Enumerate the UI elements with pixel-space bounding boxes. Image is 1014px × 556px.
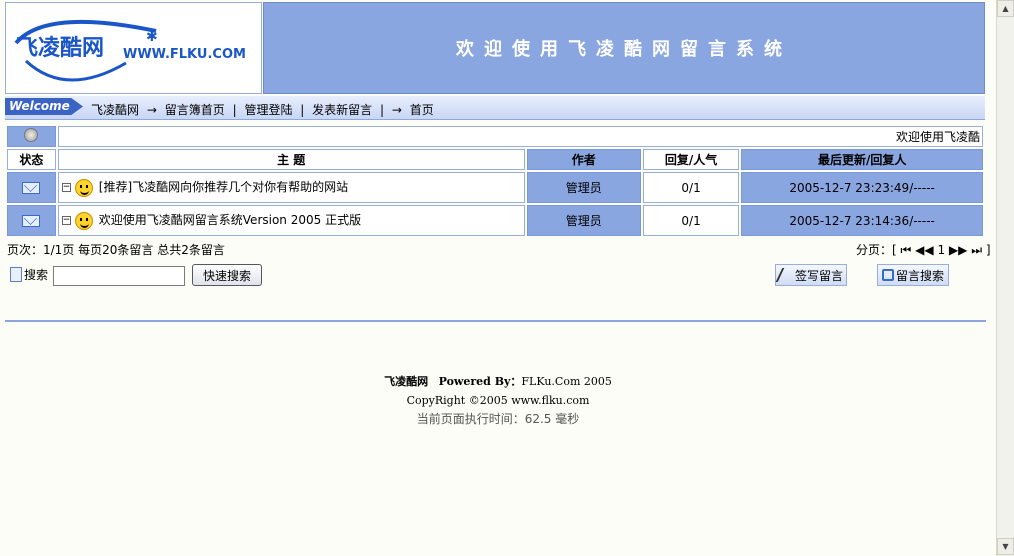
expand-icon[interactable]: −	[61, 183, 71, 193]
topic-cell: − 欢迎使用飞凌酷网留言系统Version 2005 正式版	[57, 205, 525, 236]
prev-page-icon[interactable]: ◀◀	[915, 243, 933, 257]
header-author: 作者	[526, 149, 641, 170]
nav-new-message-link[interactable]: 发表新留言	[312, 103, 372, 117]
scroll-down-icon[interactable]: ▼	[997, 538, 1014, 555]
document-icon	[10, 267, 22, 282]
header-topic: 主 题	[57, 149, 525, 170]
nav-separator: |	[300, 103, 305, 117]
smiley-icon	[74, 178, 93, 197]
page-info: 页次：1/1页 每页20条留言 总共2条留言	[7, 243, 225, 257]
search-input[interactable]	[53, 266, 185, 286]
pager-label: 分页：[	[856, 243, 897, 257]
nav-arrow: →	[391, 103, 402, 117]
speaker-cell	[7, 126, 56, 147]
vertical-scrollbar[interactable]: ▲ ▼	[996, 0, 1014, 556]
nav-home-link[interactable]: 飞凌酷网	[91, 103, 139, 117]
nav-board-home-link[interactable]: 留言簿首页	[165, 103, 225, 117]
next-page-icon[interactable]: ▶▶	[949, 243, 967, 257]
header-status: 状态	[7, 149, 56, 170]
logo-graphic: 飞凌酷网 WWW.FLKU.COM ✱	[14, 19, 246, 82]
table-row: − [推荐]飞凌酷网向你推荐几个对你有帮助的网站 管理员 0/1 2005-12-…	[7, 172, 983, 203]
nav-separator: |	[232, 103, 237, 117]
pager: 分页：[ ⏮ ◀◀ 1 ▶▶ ⏭ ]	[856, 241, 991, 258]
status-cell	[7, 172, 56, 203]
pen-icon	[775, 268, 795, 282]
sign-message-button[interactable]: 签写留言	[775, 264, 847, 286]
page: 飞凌酷网 WWW.FLKU.COM ✱ 欢迎使用飞凌酷网留言系统 Welcome…	[0, 0, 996, 556]
search-label: 搜索	[10, 266, 48, 283]
topic-cell: − [推荐]飞凌酷网向你推荐几个对你有帮助的网站	[57, 172, 525, 203]
footer-powered-value[interactable]: FLKu.Com 2005	[521, 375, 611, 388]
message-search-button[interactable]: 留言搜索	[877, 264, 949, 286]
first-page-icon[interactable]: ⏮	[901, 243, 912, 257]
replies-cell: 0/1	[642, 205, 740, 236]
speaker-icon	[24, 128, 39, 142]
logo-site-name: 飞凌酷网	[16, 36, 104, 61]
envelope-icon	[22, 182, 41, 194]
sign-message-label: 签写留言	[794, 268, 843, 283]
footer-exec-time: 当前页面执行时间：62.5 毫秒	[416, 412, 580, 426]
author-cell: 管理员	[526, 172, 641, 203]
footer-line-1: 飞凌酷网 Powered By：FLKu.Com 2005	[0, 372, 996, 391]
message-search-label: 留言搜索	[895, 268, 944, 283]
status-cell	[7, 205, 56, 236]
welcome-tag: Welcome	[5, 98, 83, 115]
footer-powered-label: Powered By：	[438, 375, 522, 388]
nav-separator: |	[380, 103, 385, 117]
footer-site-name: 飞凌酷网	[384, 375, 429, 388]
quick-search-button[interactable]: 快速搜索	[192, 264, 262, 286]
envelope-icon	[22, 215, 41, 227]
author-cell: 管理员	[526, 205, 641, 236]
nav-current-page: 首页	[409, 103, 434, 117]
search-label-text: 搜索	[24, 268, 49, 282]
message-board: 欢迎使用飞凌酷 状态 主 题 作者 回复/人气 最后更新/回复人 − [推荐]飞凌…	[5, 124, 985, 238]
pager-end: ]	[985, 243, 991, 257]
nav-arrow: →	[146, 103, 157, 117]
current-page: 1	[937, 243, 946, 257]
site-logo[interactable]: 飞凌酷网 WWW.FLKU.COM ✱	[5, 2, 262, 94]
breadcrumb: 飞凌酷网 → 留言簿首页 | 管理登陆 | 发表新留言 | → 首页	[91, 101, 438, 118]
replies-cell: 0/1	[642, 172, 740, 203]
topic-link[interactable]: [推荐]飞凌酷网向你推荐几个对你有帮助的网站	[99, 180, 348, 194]
divider	[5, 320, 986, 322]
updated-cell: 2005-12-7 23:23:49/-----	[741, 172, 983, 203]
logo-domain: WWW.FLKU.COM	[123, 47, 246, 62]
magnifier-icon	[881, 269, 894, 281]
smiley-icon	[74, 211, 93, 230]
table-row: − 欢迎使用飞凌酷网留言系统Version 2005 正式版 管理员 0/1 20…	[7, 205, 983, 236]
header-banner: 欢迎使用飞凌酷网留言系统	[263, 2, 985, 94]
expand-icon[interactable]: −	[61, 216, 71, 226]
header-replies: 回复/人气	[642, 149, 740, 170]
welcome-marquee: 欢迎使用飞凌酷	[57, 126, 983, 147]
banner-title: 欢迎使用飞凌酷网留言系统	[456, 39, 792, 60]
topic-link[interactable]: 欢迎使用飞凌酷网留言系统Version 2005 正式版	[99, 213, 361, 227]
updated-cell: 2005-12-7 23:14:36/-----	[741, 205, 983, 236]
header-updated: 最后更新/回复人	[741, 149, 983, 170]
sparkle-icon: ✱	[146, 29, 158, 45]
nav-admin-login-link[interactable]: 管理登陆	[244, 103, 292, 117]
nav-bar: Welcome 飞凌酷网 → 留言簿首页 | 管理登陆 | 发表新留言 | → …	[5, 96, 985, 120]
footer-copyright: CopyRight ©2005 www.flku.com	[406, 394, 590, 407]
footer: 飞凌酷网 Powered By：FLKu.Com 2005 CopyRight …	[0, 372, 996, 429]
last-page-icon[interactable]: ⏭	[971, 243, 982, 257]
scroll-up-icon[interactable]: ▲	[997, 0, 1014, 17]
